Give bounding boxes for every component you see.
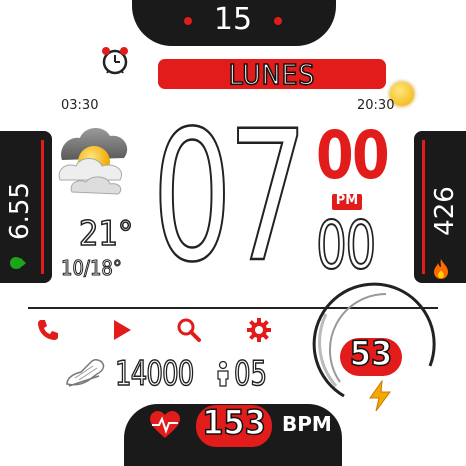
day-dot-left bbox=[184, 17, 192, 25]
lightning-icon bbox=[368, 379, 392, 412]
settings-gear-icon[interactable] bbox=[246, 317, 272, 343]
day-dot-right bbox=[274, 17, 282, 25]
day-number[interactable]: 15 bbox=[205, 2, 261, 37]
shoe-icon bbox=[63, 354, 109, 390]
distance-bar bbox=[41, 140, 44, 274]
heart-rate-unit: BPM bbox=[282, 412, 332, 436]
person-icon bbox=[216, 360, 230, 387]
heart-rate-value: 153 bbox=[201, 402, 266, 444]
minute-top-digits: 00 bbox=[316, 117, 390, 194]
calories-bar bbox=[422, 140, 425, 274]
location-pins-icon bbox=[8, 246, 30, 272]
alarm-clock-icon[interactable] bbox=[99, 44, 131, 76]
play-icon[interactable] bbox=[111, 318, 133, 342]
watch-face: 15 LUNES 03:30 20:30 21° 10/18° 6.55 426… bbox=[0, 0, 466, 466]
battery-value: 53 bbox=[349, 333, 393, 375]
sunset-time: 20:30 bbox=[357, 98, 395, 113]
phone-icon[interactable] bbox=[36, 318, 60, 342]
current-temperature: 21° bbox=[78, 213, 134, 255]
floors-value: 05 bbox=[233, 353, 268, 395]
heart-pulse-icon bbox=[148, 410, 182, 440]
weekday-label: LUNES bbox=[228, 57, 316, 92]
temperature-range: 10/18° bbox=[61, 256, 123, 281]
partly-cloudy-icon[interactable] bbox=[54, 118, 134, 198]
sunrise-time: 03:30 bbox=[61, 98, 99, 113]
hour-digits: 07 bbox=[151, 93, 309, 302]
calories-value: 426 bbox=[430, 186, 460, 236]
steps-value: 14000 bbox=[114, 353, 195, 395]
search-icon[interactable] bbox=[176, 317, 202, 343]
ampm-label: PM bbox=[335, 193, 359, 208]
